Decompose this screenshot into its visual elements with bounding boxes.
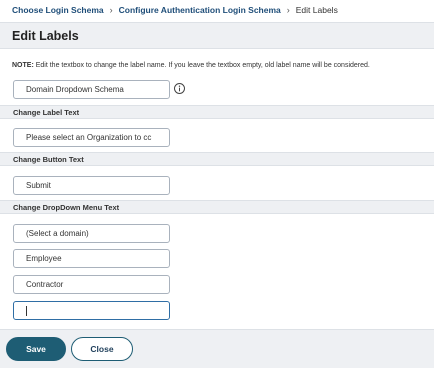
- section-change-label-text: Change Label Text: [0, 105, 434, 119]
- section-title: Change DropDown Menu Text: [13, 203, 120, 212]
- dropdown-option-field[interactable]: (Select a domain): [13, 224, 170, 243]
- note-prefix: NOTE:: [12, 62, 34, 69]
- breadcrumb-configure-auth-login-schema[interactable]: Configure Authentication Login Schema: [119, 5, 281, 15]
- dropdown-option-field[interactable]: Contractor: [13, 275, 170, 294]
- breadcrumb-current: Edit Labels: [295, 5, 338, 15]
- info-icon[interactable]: [174, 83, 185, 94]
- button-text-field[interactable]: Submit: [13, 176, 170, 195]
- text-cursor: [26, 306, 27, 316]
- footer-bar: Save Close: [0, 329, 434, 368]
- breadcrumb-choose-login-schema[interactable]: Choose Login Schema: [12, 5, 104, 15]
- page-title: Edit Labels: [12, 29, 79, 43]
- note-body: Edit the textbox to change the label nam…: [33, 62, 370, 69]
- section-title: Change Label Text: [13, 108, 80, 117]
- dropdown-option-field[interactable]: Employee: [13, 249, 170, 268]
- label-text-field[interactable]: Please select an Organization to cc: [13, 128, 170, 147]
- section-change-button-text: Change Button Text: [0, 152, 434, 166]
- page-header: Edit Labels: [0, 22, 434, 49]
- section-title: Change Button Text: [13, 155, 84, 164]
- close-button[interactable]: Close: [71, 337, 133, 361]
- dropdown-option-field-new[interactable]: [13, 301, 170, 320]
- chevron-right-icon: ›: [286, 5, 290, 15]
- chevron-right-icon: ›: [109, 5, 113, 15]
- section-change-dropdown-text: Change DropDown Menu Text: [0, 200, 434, 214]
- schema-name-field[interactable]: Domain Dropdown Schema: [13, 80, 170, 99]
- save-button[interactable]: Save: [6, 337, 66, 361]
- note-text: NOTE: Edit the textbox to change the lab…: [12, 62, 428, 69]
- breadcrumb: Choose Login Schema › Configure Authenti…: [12, 4, 338, 16]
